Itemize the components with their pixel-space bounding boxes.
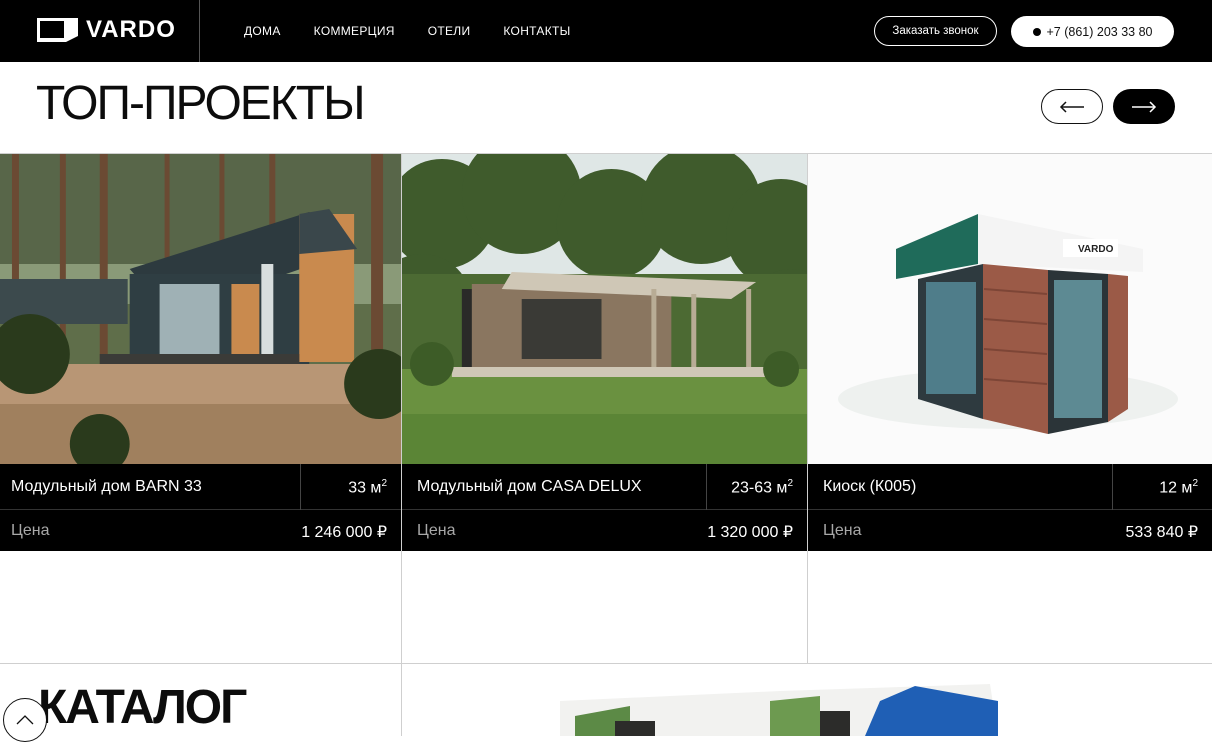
project-area: 12 м2 (1159, 478, 1198, 497)
arrow-left-icon (1059, 100, 1084, 113)
logo[interactable]: VARDO (36, 15, 176, 45)
nav-item-houses[interactable]: ДОМА (244, 24, 281, 38)
price-label: Цена (11, 522, 50, 539)
project-photo (402, 154, 807, 464)
project-card[interactable]: Модульный дом CASA DELUX 23-63 м2 Цена 1… (402, 154, 808, 664)
scroll-to-top-button[interactable] (3, 698, 47, 742)
project-info-row: Модульный дом BARN 33 33 м2 (0, 464, 401, 510)
project-price-row: Цена 1 320 000 ₽ (402, 510, 807, 551)
project-name: Модульный дом CASA DELUX (417, 478, 642, 495)
project-area: 23-63 м2 (731, 478, 793, 497)
project-info-row: Киоск (К005) 12 м2 (808, 464, 1212, 510)
project-price: 533 840 ₽ (1125, 524, 1198, 541)
project-name: Модульный дом BARN 33 (11, 478, 202, 495)
info-separator (300, 464, 301, 510)
svg-text:VARDO: VARDO (1078, 244, 1114, 255)
price-label: Цена (417, 522, 456, 539)
dot-icon (1032, 27, 1041, 36)
project-photo (0, 154, 401, 464)
project-price: 1 246 000 ₽ (301, 524, 387, 541)
project-price-row: Цена 533 840 ₽ (808, 510, 1212, 551)
project-price-row: Цена 1 246 000 ₽ (0, 510, 401, 551)
logo-text: VARDO (86, 16, 176, 43)
nav-item-commerce[interactable]: КОММЕРЦИЯ (314, 24, 395, 38)
info-separator (706, 464, 707, 510)
project-card[interactable]: VARDO Киоск (К005) 12 м2 Цена 533 840 ₽ (808, 154, 1212, 664)
catalog-divider (401, 664, 402, 736)
section-title: ТОП-ПРОЕКТЫ (36, 77, 366, 130)
phone-number: +7 (861) 203 33 80 (1046, 24, 1153, 39)
project-price: 1 320 000 ₽ (707, 524, 793, 541)
header-divider (199, 0, 200, 62)
project-card[interactable]: Модульный дом BARN 33 33 м2 Цена 1 246 0… (0, 154, 402, 664)
divider-line (0, 663, 1212, 664)
logo-icon (37, 18, 78, 42)
project-area: 33 м2 (348, 478, 387, 497)
site-header: VARDO ДОМА КОММЕРЦИЯ ОТЕЛИ КОНТАКТЫ Зака… (0, 0, 1212, 62)
price-label: Цена (823, 522, 862, 539)
info-separator (1112, 464, 1113, 510)
project-name: Киоск (К005) (823, 478, 917, 495)
chevron-up-icon (16, 715, 34, 725)
carousel-next-button[interactable] (1113, 89, 1175, 124)
project-photo: VARDO (808, 154, 1212, 464)
catalog-title: КАТАЛОГ (38, 681, 247, 734)
phone-button[interactable]: +7 (861) 203 33 80 (1011, 16, 1174, 47)
arrow-right-icon (1132, 100, 1157, 113)
project-info-row: Модульный дом CASA DELUX 23-63 м2 (402, 464, 807, 510)
carousel-prev-button[interactable] (1041, 89, 1103, 124)
nav-item-hotels[interactable]: ОТЕЛИ (428, 24, 471, 38)
catalog-brochure-image (520, 676, 1040, 736)
main-nav: ДОМА КОММЕРЦИЯ ОТЕЛИ КОНТАКТЫ (244, 0, 571, 62)
request-call-button[interactable]: Заказать звонок (874, 16, 997, 46)
nav-item-contacts[interactable]: КОНТАКТЫ (503, 24, 570, 38)
